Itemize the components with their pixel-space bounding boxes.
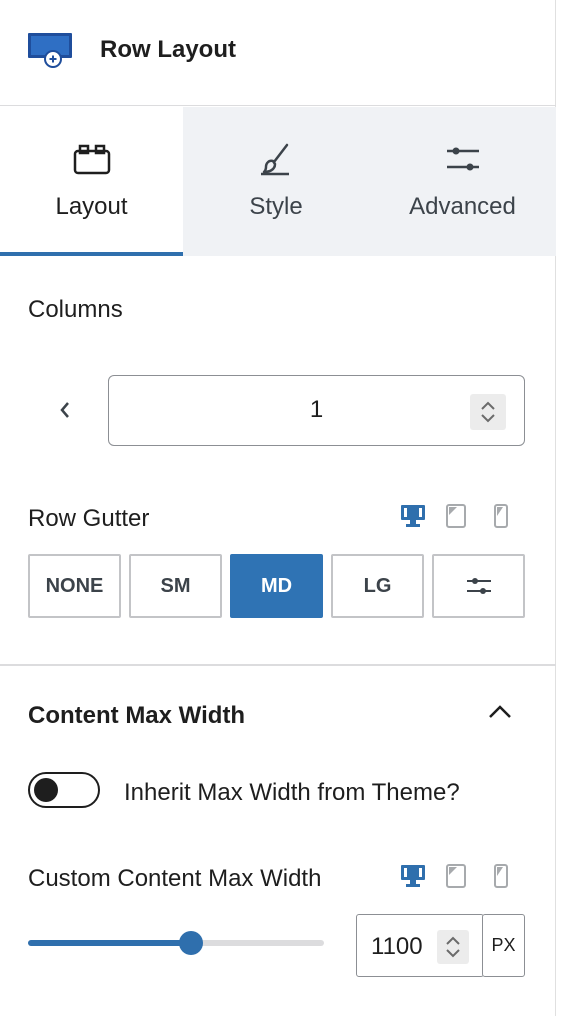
mobile-icon[interactable] [486,502,516,530]
columns-value: 1 [309,396,324,423]
block-header: Row Layout [0,0,556,106]
gutter-sm-button[interactable]: SM [129,554,222,618]
sliders-icon [446,147,479,171]
block-settings-panel: Row Layout Layout Style Advanced Columns… [0,0,556,1016]
gutter-none-button[interactable]: NONE [28,554,121,618]
row-gutter-device-switcher [398,502,518,530]
unit-selector-button[interactable]: PX [482,914,525,977]
inherit-max-width-label: Inherit Max Width from Theme? [124,779,460,806]
tab-advanced-label: Advanced [409,193,516,220]
inherit-max-width-toggle[interactable] [28,772,100,808]
max-width-value: 1100 [371,933,423,960]
columns-label: Columns [28,296,123,323]
columns-input[interactable]: 1 [108,375,525,446]
row-gutter-label: Row Gutter [28,505,150,532]
max-width-stepper[interactable] [437,930,469,964]
row-gutter-options: NONE SM MD LG [28,554,525,618]
block-title: Row Layout [100,36,236,63]
stepper-arrows-icon [446,936,460,958]
toggle-knob [34,778,58,802]
max-width-slider[interactable] [28,930,324,958]
brush-icon [261,143,289,176]
settings-tabs: Layout Style Advanced [0,107,556,256]
slider-thumb[interactable] [178,931,203,955]
tab-layout[interactable]: Layout [0,107,183,256]
custom-max-width-label: Custom Content Max Width [28,865,322,892]
sliders-icon [466,578,491,594]
tab-style-label: Style [249,193,303,220]
section-divider [0,664,556,666]
columns-stepper[interactable] [470,394,506,430]
row-layout-block-icon [28,33,72,68]
slider-fill [28,940,191,946]
chevron-up-icon [489,705,511,718]
mobile-icon[interactable] [486,862,516,890]
max-width-device-switcher [398,862,518,890]
stepper-arrows-icon [481,401,495,423]
tablet-icon[interactable] [441,502,471,530]
chevron-left-icon [60,402,69,418]
gutter-custom-button[interactable] [432,554,525,618]
tab-advanced[interactable]: Advanced [369,107,556,256]
collapse-section-button[interactable] [486,700,514,724]
tablet-icon[interactable] [441,862,471,890]
desktop-icon[interactable] [398,862,428,890]
columns-prev-button[interactable] [50,392,80,428]
tab-style[interactable]: Style [183,107,369,256]
tab-layout-label: Layout [55,193,128,220]
layout-icon [73,144,110,175]
gutter-md-button[interactable]: MD [230,554,323,618]
content-max-width-title: Content Max Width [28,702,246,729]
desktop-icon[interactable] [398,502,428,530]
max-width-input[interactable]: 1100 [356,914,484,977]
gutter-lg-button[interactable]: LG [331,554,424,618]
